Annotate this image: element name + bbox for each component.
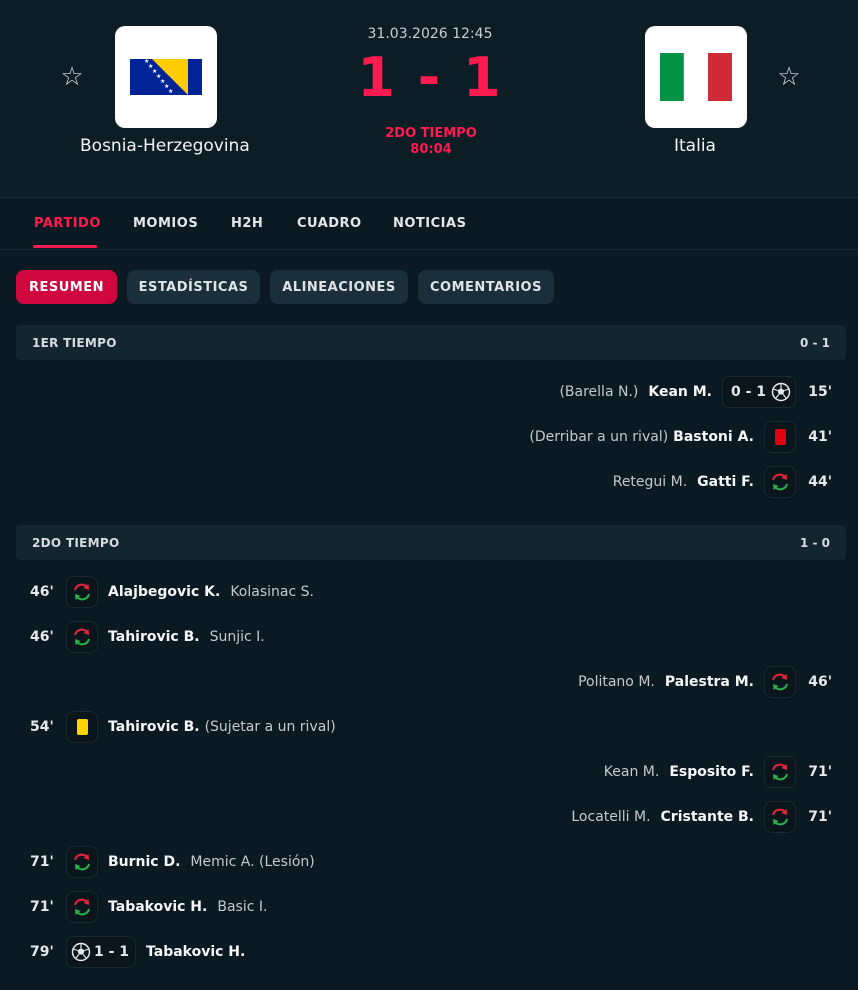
period-header-first: 1ER TIEMPO 0 - 1 [16,325,846,360]
goal-player[interactable]: Kean M. [648,384,712,400]
incident-row[interactable]: 46' Alajbegovic K. Kolasinac S. [30,575,314,609]
incident-row[interactable]: 46' Tahirovic B. Sunjic I. [30,620,265,654]
goal-score-box: 0 - 1 [722,376,796,408]
period-header-second: 2DO TIEMPO 1 - 0 [16,525,846,560]
period-score: 0 - 1 [799,336,830,350]
sub-box [764,466,796,498]
match-clock: 80:04 [410,142,452,157]
sub-box [66,891,98,923]
player-out[interactable]: Memic A. (Lesión) [190,854,314,870]
substitution-icon [772,808,788,826]
incident-minute: 46' [30,629,54,645]
subtab-estadisticas[interactable]: ESTADÍSTICAS [127,270,260,304]
away-team-name[interactable]: Italia [674,136,716,156]
incident-minute: 71' [30,899,54,915]
player-out[interactable]: Politano M. [578,674,655,690]
incident-row[interactable]: Kean M. Esposito F. 71' [604,755,832,789]
player-in[interactable]: Burnic D. [108,854,180,870]
substitution-icon [74,628,90,646]
sub-box [66,846,98,878]
incident-minute: 46' [30,584,54,600]
tab-cuadro[interactable]: CUADRO [297,216,362,231]
incident-minute: 44' [808,474,832,490]
player-in[interactable]: Alajbegovic K. [108,584,220,600]
soccer-ball-icon [771,382,791,402]
tab-noticias[interactable]: NOTICIAS [393,216,466,231]
player-in[interactable]: Gatti F. [697,474,754,490]
tab-momios[interactable]: MOMIOS [133,216,198,231]
player-out[interactable]: Retegui M. [613,474,687,490]
incident-minute: 46' [808,674,832,690]
goal-player[interactable]: Tabakovic H. [146,944,245,960]
incident-row[interactable]: 79' 1 - 1 Tabakovic H. [30,935,245,969]
carded-player[interactable]: Bastoni A. [673,429,754,445]
card-box [66,711,98,743]
incident-row[interactable]: 54' Tahirovic B. (Sujetar a un rival) [30,710,336,744]
player-out[interactable]: Kean M. [604,764,660,780]
player-in[interactable]: Cristante B. [661,809,754,825]
incident-minute: 71' [30,854,54,870]
goal-score: 1 - 1 [93,944,129,960]
italy-flag-icon [660,53,732,101]
player-in[interactable]: Palestra M. [665,674,754,690]
incident-row[interactable]: Retegui M. Gatti F. 44' [613,465,832,499]
subtab-comentarios[interactable]: COMENTARIOS [418,270,554,304]
card-box [764,421,796,453]
substitution-icon [772,473,788,491]
incident-row[interactable]: (Barella N.) Kean M. 0 - 1 15' [559,375,832,409]
incident-note: (Derribar a un rival) [529,429,669,445]
sub-box [66,576,98,608]
substitution-icon [74,853,90,871]
goal-score-box: 1 - 1 [66,936,136,968]
incident-minute: 15' [808,384,832,400]
substitution-icon [74,898,90,916]
incident-row[interactable]: 71' Tabakovic H. Basic I. [30,890,267,924]
tab-partido[interactable]: PARTIDO [34,216,101,231]
player-out[interactable]: Locatelli M. [571,809,650,825]
yellow-card-icon [76,719,88,735]
incident-row[interactable]: 71' Burnic D. Memic A. (Lesión) [30,845,315,879]
player-in[interactable]: Esposito F. [669,764,754,780]
red-card-icon [774,429,786,445]
incident-minute: 41' [808,429,832,445]
incident-minute: 71' [808,764,832,780]
player-out[interactable]: Sunjic I. [210,629,265,645]
soccer-ball-icon [71,942,91,962]
player-in[interactable]: Tabakovic H. [108,899,207,915]
incident-note: (Sujetar a un rival) [204,719,336,735]
goal-score: 0 - 1 [731,384,767,400]
match-period: 2DO TIEMPO [385,126,477,141]
sub-box [66,621,98,653]
player-in[interactable]: Tahirovic B. [108,629,200,645]
incident-minute: 79' [30,944,54,960]
away-team-logo[interactable] [645,26,747,128]
subtab-alineaciones[interactable]: ALINEACIONES [270,270,408,304]
match-status: 2DO TIEMPO 80:04 [0,126,858,158]
incident-minute: 71' [808,809,832,825]
player-out[interactable]: Basic I. [217,899,267,915]
carded-player[interactable]: Tahirovic B. [108,719,200,735]
subtab-resumen[interactable]: RESUMEN [16,270,117,304]
player-out[interactable]: Kolasinac S. [230,584,314,600]
incident-minute: 54' [30,719,54,735]
substitution-icon [772,763,788,781]
period-score: 1 - 0 [799,536,830,550]
incident-row[interactable]: (Derribar a un rival) Bastoni A. 41' [529,420,832,454]
main-tabs: PARTIDO MOMIOS H2H CUADRO NOTICIAS [0,199,858,250]
incident-row[interactable]: Locatelli M. Cristante B. 71' [571,800,832,834]
star-icon[interactable]: ☆ [776,64,802,90]
period-name: 2DO TIEMPO [32,536,120,550]
sub-box [764,756,796,788]
period-name: 1ER TIEMPO [32,336,117,350]
incident-row[interactable]: Politano M. Palestra M. 46' [578,665,832,699]
active-tab-indicator [33,245,97,248]
sub-box [764,666,796,698]
substitution-icon [772,673,788,691]
sub-box [764,801,796,833]
substitution-icon [74,583,90,601]
assist-player: (Barella N.) [559,384,639,400]
match-header: ☆ ★ ★ ★ ★ ★ ★ ★ Bosnia-Herzegovina 31.03.202… [0,0,858,198]
tab-h2h[interactable]: H2H [231,216,263,231]
